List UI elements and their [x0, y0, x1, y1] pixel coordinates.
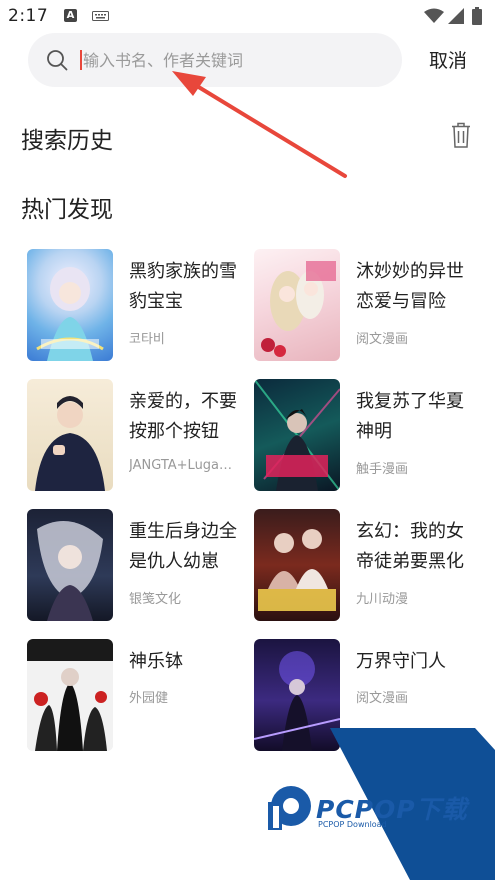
comic-author: 九川动漫: [356, 592, 409, 607]
comic-cover-image: [254, 379, 340, 491]
comic-author: JANGTA+Luga+...: [129, 458, 241, 473]
search-history-title: 搜索历史: [21, 128, 113, 154]
search-input[interactable]: [83, 45, 383, 75]
comic-cover-image: [27, 509, 113, 621]
cancel-button[interactable]: 取消: [418, 46, 478, 76]
comic-cover-image: [27, 249, 113, 361]
text-cursor: [80, 50, 82, 70]
comic-title: 黑豹家族的雪豹宝宝: [129, 261, 237, 312]
comic-author: 코타비: [129, 332, 165, 347]
comic-title: 万界守门人: [356, 651, 446, 672]
search-icon: [47, 50, 68, 71]
trash-icon[interactable]: [451, 122, 471, 148]
comic-author: 阅文漫画: [356, 691, 409, 706]
a-notification-icon: A: [64, 9, 77, 22]
pcpop-logo-icon: [268, 786, 311, 830]
comic-cover-image: [254, 249, 340, 361]
comic-item[interactable]: 亲爱的，不要按那个按钮 JANGTA+Luga+...: [27, 379, 247, 491]
comic-title: 沐妙妙的异世恋爱与冒险: [356, 261, 464, 312]
comic-item[interactable]: 神乐钵 外园健: [27, 639, 247, 751]
comic-item[interactable]: 重生后身边全是仇人幼崽 银笺文化: [27, 509, 247, 621]
comic-item[interactable]: 万界守门人 阅文漫画: [254, 639, 474, 751]
comic-author: 触手漫画: [356, 462, 409, 477]
signal-icon: [448, 8, 464, 24]
comic-item[interactable]: 玄幻：我的女帝徒弟要黑化 九川动漫: [254, 509, 474, 621]
comic-cover-image: [254, 509, 340, 621]
comic-author: 阅文漫画: [356, 332, 409, 347]
comic-title: 重生后身边全是仇人幼崽: [129, 521, 237, 572]
status-bar: 2:17 A: [0, 0, 495, 34]
battery-icon: [472, 7, 482, 25]
comic-title: 亲爱的，不要按那个按钮: [129, 391, 237, 442]
comic-cover-image: [27, 379, 113, 491]
comic-title: 玄幻：我的女帝徒弟要黑化: [356, 521, 464, 572]
comic-cover-image: [27, 639, 113, 751]
search-bar[interactable]: [28, 33, 402, 87]
comic-author: 外园健: [129, 691, 169, 706]
keyboard-icon: [92, 11, 109, 21]
comic-item[interactable]: 我复苏了华夏神明 触手漫画: [254, 379, 474, 491]
comic-title: 神乐钵: [129, 651, 183, 672]
comic-cover-image: [254, 639, 340, 751]
comic-title: 我复苏了华夏神明: [356, 391, 464, 442]
hot-discover-title: 热门发现: [21, 197, 113, 223]
wifi-icon: [424, 8, 444, 23]
comic-item[interactable]: 黑豹家族的雪豹宝宝 코타비: [27, 249, 247, 361]
comic-item[interactable]: 沐妙妙的异世恋爱与冒险 阅文漫画: [254, 249, 474, 361]
status-time: 2:17: [8, 6, 49, 26]
comic-author: 银笺文化: [129, 592, 182, 607]
watermark-subtext: PCPOP Download: [318, 820, 387, 829]
